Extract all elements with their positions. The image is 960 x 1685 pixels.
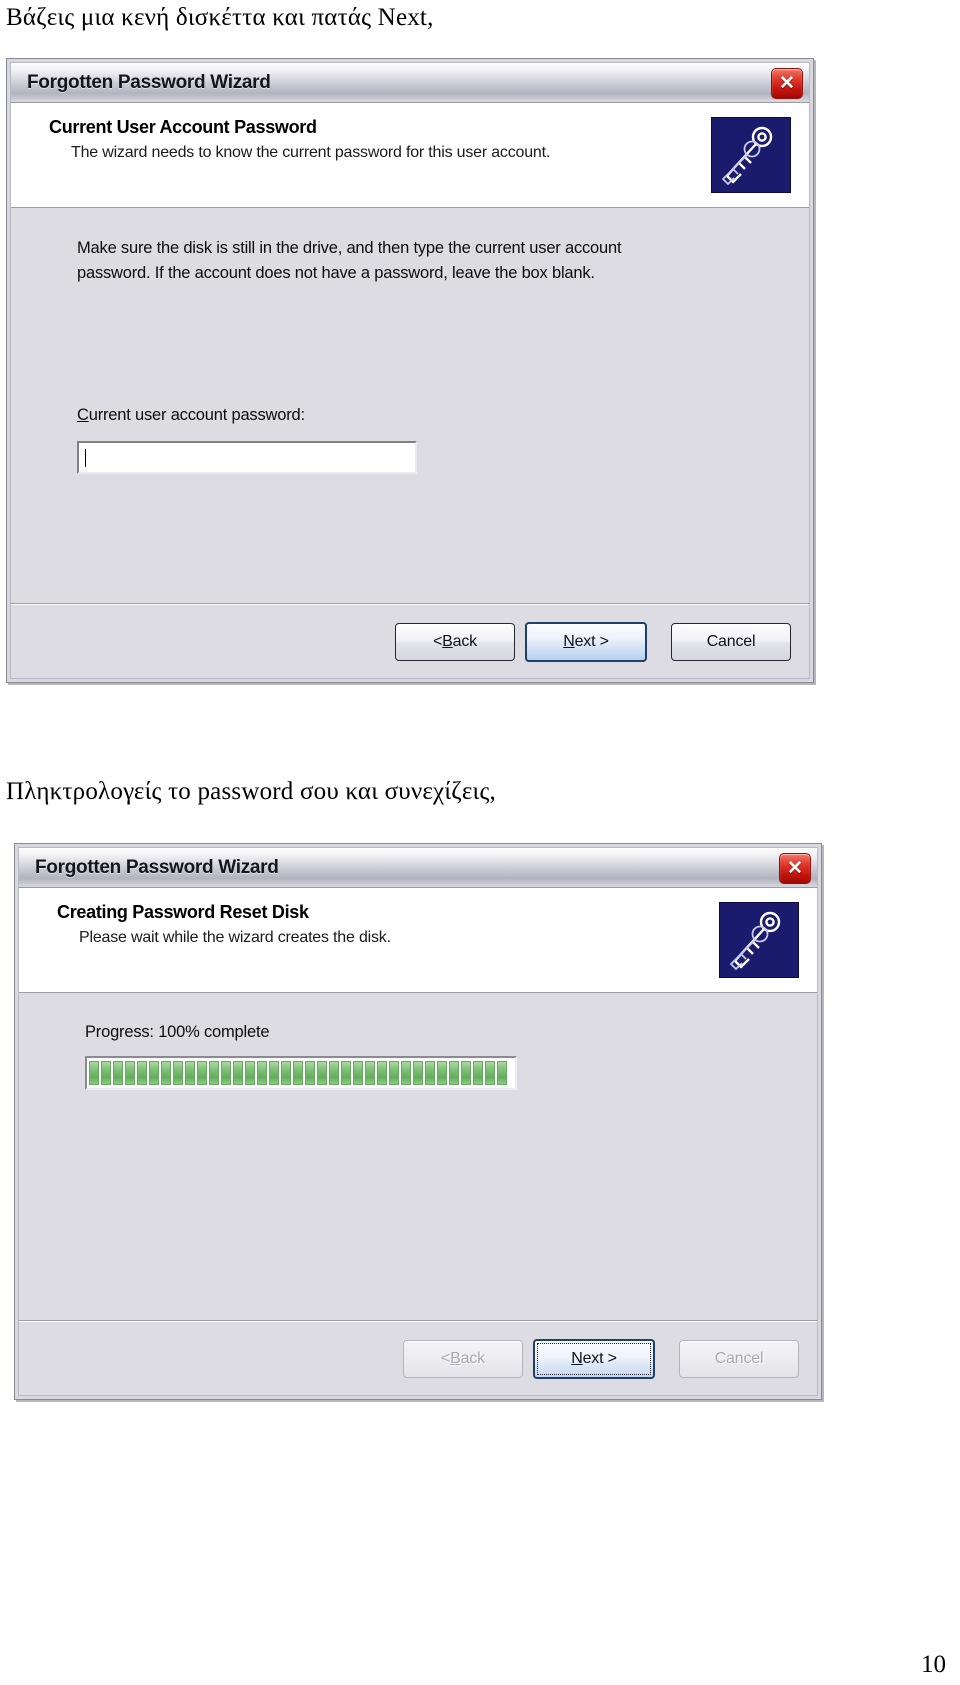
caption-text-middle: Πληκτρολογείς το password σου και συνεχί… [6,778,497,805]
progress-segment [305,1061,315,1085]
progress-segment [149,1061,159,1085]
progress-segment [413,1061,423,1085]
progress-segment [449,1061,459,1085]
progress-segment [473,1061,483,1085]
dialog-1-header-text: Current User Account Password The wizard… [11,117,711,162]
dialog-2-header-subtitle: Please wait while the wizard creates the… [79,929,391,946]
dialog-2-header-text: Creating Password Reset Disk Please wait… [19,902,719,947]
next-button[interactable]: Next > [525,621,647,662]
dialog-2-title: Forgotten Password Wizard [35,856,279,878]
back-button-rest: ack [460,1349,486,1367]
next-button-rest: ext > [582,1349,617,1367]
text-caret [85,448,86,467]
progress-segment [341,1061,351,1085]
key-icon [711,117,791,193]
back-button-accelerator: B [450,1349,461,1367]
progress-segment [329,1061,339,1085]
progress-segment [137,1061,147,1085]
progress-segment [209,1061,219,1085]
forgotten-password-wizard-dialog-1: Forgotten Password Wizard ✕ Current User… [6,58,814,683]
progress-segment [89,1061,99,1085]
progress-segment [233,1061,243,1085]
forgotten-password-wizard-dialog-2: Forgotten Password Wizard ✕ Creating Pas… [14,843,822,1400]
back-button-accelerator: B [442,632,453,650]
password-input[interactable] [77,441,417,475]
password-field-label-rest: urrent user account password: [88,406,305,425]
dialog-1-header-subtitle: The wizard needs to know the current pas… [71,144,551,161]
progress-label: Progress: 100% complete [85,1023,270,1041]
progress-segment [389,1061,399,1085]
progress-segment [125,1061,135,1085]
page-number: 10 [921,1651,946,1678]
progress-segment [257,1061,267,1085]
progress-segment [497,1061,507,1085]
progress-segment [185,1061,195,1085]
progress-segment [245,1061,255,1085]
progress-segment [353,1061,363,1085]
progress-bar [85,1056,517,1090]
progress-segment [485,1061,495,1085]
next-button-rest: ext > [574,632,609,650]
close-icon-glyph: ✕ [787,858,803,879]
progress-segment [377,1061,387,1085]
progress-segment [113,1061,123,1085]
dialog-2-header-title: Creating Password Reset Disk [57,902,309,922]
progress-segment [101,1061,111,1085]
caption-text-top: Βάζεις μια κενή δισκέττα και πατάς Next, [6,4,434,31]
back-button-prefix: < [433,632,443,650]
password-field-label-accelerator: C [77,406,89,425]
dialog-1-body-paragraph: Make sure the disk is still in the drive… [77,239,622,283]
dialog-1-inner-frame: Forgotten Password Wizard ✕ Current User… [10,62,810,679]
dialog-2-footer: < Back Next > Cancel [19,1321,817,1395]
next-button[interactable]: Next > [533,1338,655,1379]
back-button-prefix: < [441,1349,451,1367]
next-button-accelerator: N [571,1349,583,1367]
cancel-button-label: Cancel [714,1349,764,1367]
progress-segment [173,1061,183,1085]
progress-segment [197,1061,207,1085]
progress-segment [161,1061,171,1085]
key-icon [719,902,799,978]
dialog-2-inner-frame: Forgotten Password Wizard ✕ Creating Pas… [18,847,818,1396]
dialog-2-titlebar: Forgotten Password Wizard ✕ [19,848,817,888]
cancel-button: Cancel [679,1339,799,1378]
back-button-rest: ack [452,632,478,650]
cancel-button[interactable]: Cancel [671,622,791,661]
dialog-1-header-banner: Current User Account Password The wizard… [11,103,809,208]
progress-segment [281,1061,291,1085]
dialog-1-title: Forgotten Password Wizard [27,71,271,93]
dialog-1-header-title: Current User Account Password [49,117,317,137]
progress-segment [293,1061,303,1085]
progress-segment [461,1061,471,1085]
dialog-1-body: Make sure the disk is still in the drive… [11,208,809,604]
progress-segment [401,1061,411,1085]
progress-segment [365,1061,375,1085]
close-icon-glyph: ✕ [779,73,795,94]
cancel-button-label: Cancel [706,632,756,650]
progress-segment [317,1061,327,1085]
next-button-accelerator: N [563,632,575,650]
progress-segment [269,1061,279,1085]
back-button[interactable]: < Back [395,622,515,661]
dialog-1-titlebar: Forgotten Password Wizard ✕ [11,63,809,103]
dialog-2-body: Progress: 100% complete [19,993,817,1321]
dialog-1-footer: < Back Next > Cancel [11,604,809,678]
close-icon[interactable]: ✕ [779,853,811,884]
progress-segment [425,1061,435,1085]
close-icon[interactable]: ✕ [771,68,803,99]
password-field-label: Current user account password: [77,406,779,425]
back-button: < Back [403,1339,523,1378]
dialog-2-header-banner: Creating Password Reset Disk Please wait… [19,888,817,993]
progress-segment [437,1061,447,1085]
progress-segment [221,1061,231,1085]
